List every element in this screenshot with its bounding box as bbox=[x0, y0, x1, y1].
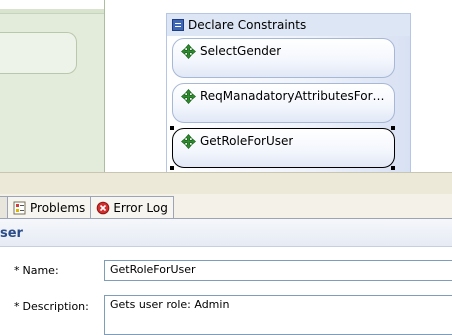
selection-handle-top-right[interactable] bbox=[391, 126, 395, 130]
constraint-node-label: ReqManadatoryAttributesForCust... bbox=[200, 89, 386, 103]
view-tab-bar: Problems Error Log bbox=[0, 194, 452, 219]
left-swimlane-gap bbox=[0, 0, 104, 9]
constraint-node-selected[interactable]: GetRoleForUser bbox=[172, 128, 395, 168]
constraint-node-label: GetRoleForUser bbox=[200, 134, 294, 148]
required-marker: * bbox=[14, 264, 20, 277]
constraint-node[interactable]: SelectGender bbox=[172, 38, 395, 78]
constraint-icon bbox=[181, 44, 196, 59]
selection-handle-bottom-right[interactable] bbox=[391, 166, 395, 170]
properties-header: ser bbox=[0, 219, 452, 247]
constraint-node[interactable]: ReqManadatoryAttributesForCust... bbox=[172, 83, 395, 123]
constraint-node-label: SelectGender bbox=[200, 44, 282, 58]
diagram-canvas[interactable]: Declare Constraints SelectGender ReqMana… bbox=[0, 0, 452, 172]
properties-title: ser bbox=[0, 226, 23, 241]
constraint-icon bbox=[181, 134, 196, 149]
container-title: Declare Constraints bbox=[188, 18, 307, 32]
left-swimlane[interactable] bbox=[0, 0, 105, 172]
description-field-label: * Description: bbox=[14, 300, 89, 313]
error-log-icon bbox=[97, 201, 110, 214]
description-input[interactable]: Gets user role: Admin bbox=[104, 295, 452, 335]
name-field-label: * Name: bbox=[14, 264, 59, 277]
left-diagram-node[interactable] bbox=[0, 32, 77, 74]
selection-handle-bottom-left[interactable] bbox=[170, 166, 174, 170]
tab-problems-label: Problems bbox=[30, 200, 86, 215]
name-input[interactable]: GetRoleForUser bbox=[104, 260, 452, 281]
selection-handle-top-left[interactable] bbox=[170, 126, 174, 130]
tab-error-log-label: Error Log bbox=[113, 200, 168, 215]
required-marker: * bbox=[14, 300, 20, 313]
properties-panel: ser * Name: GetRoleForUser * Description: … bbox=[0, 219, 452, 335]
editor-view-separator[interactable] bbox=[0, 172, 452, 194]
container-header: Declare Constraints bbox=[172, 16, 306, 34]
constraint-icon bbox=[181, 89, 196, 104]
problems-icon bbox=[13, 201, 26, 214]
container-list-icon bbox=[172, 19, 184, 31]
tab-error-log[interactable]: Error Log bbox=[90, 196, 174, 218]
tab-problems[interactable]: Problems bbox=[7, 196, 92, 218]
